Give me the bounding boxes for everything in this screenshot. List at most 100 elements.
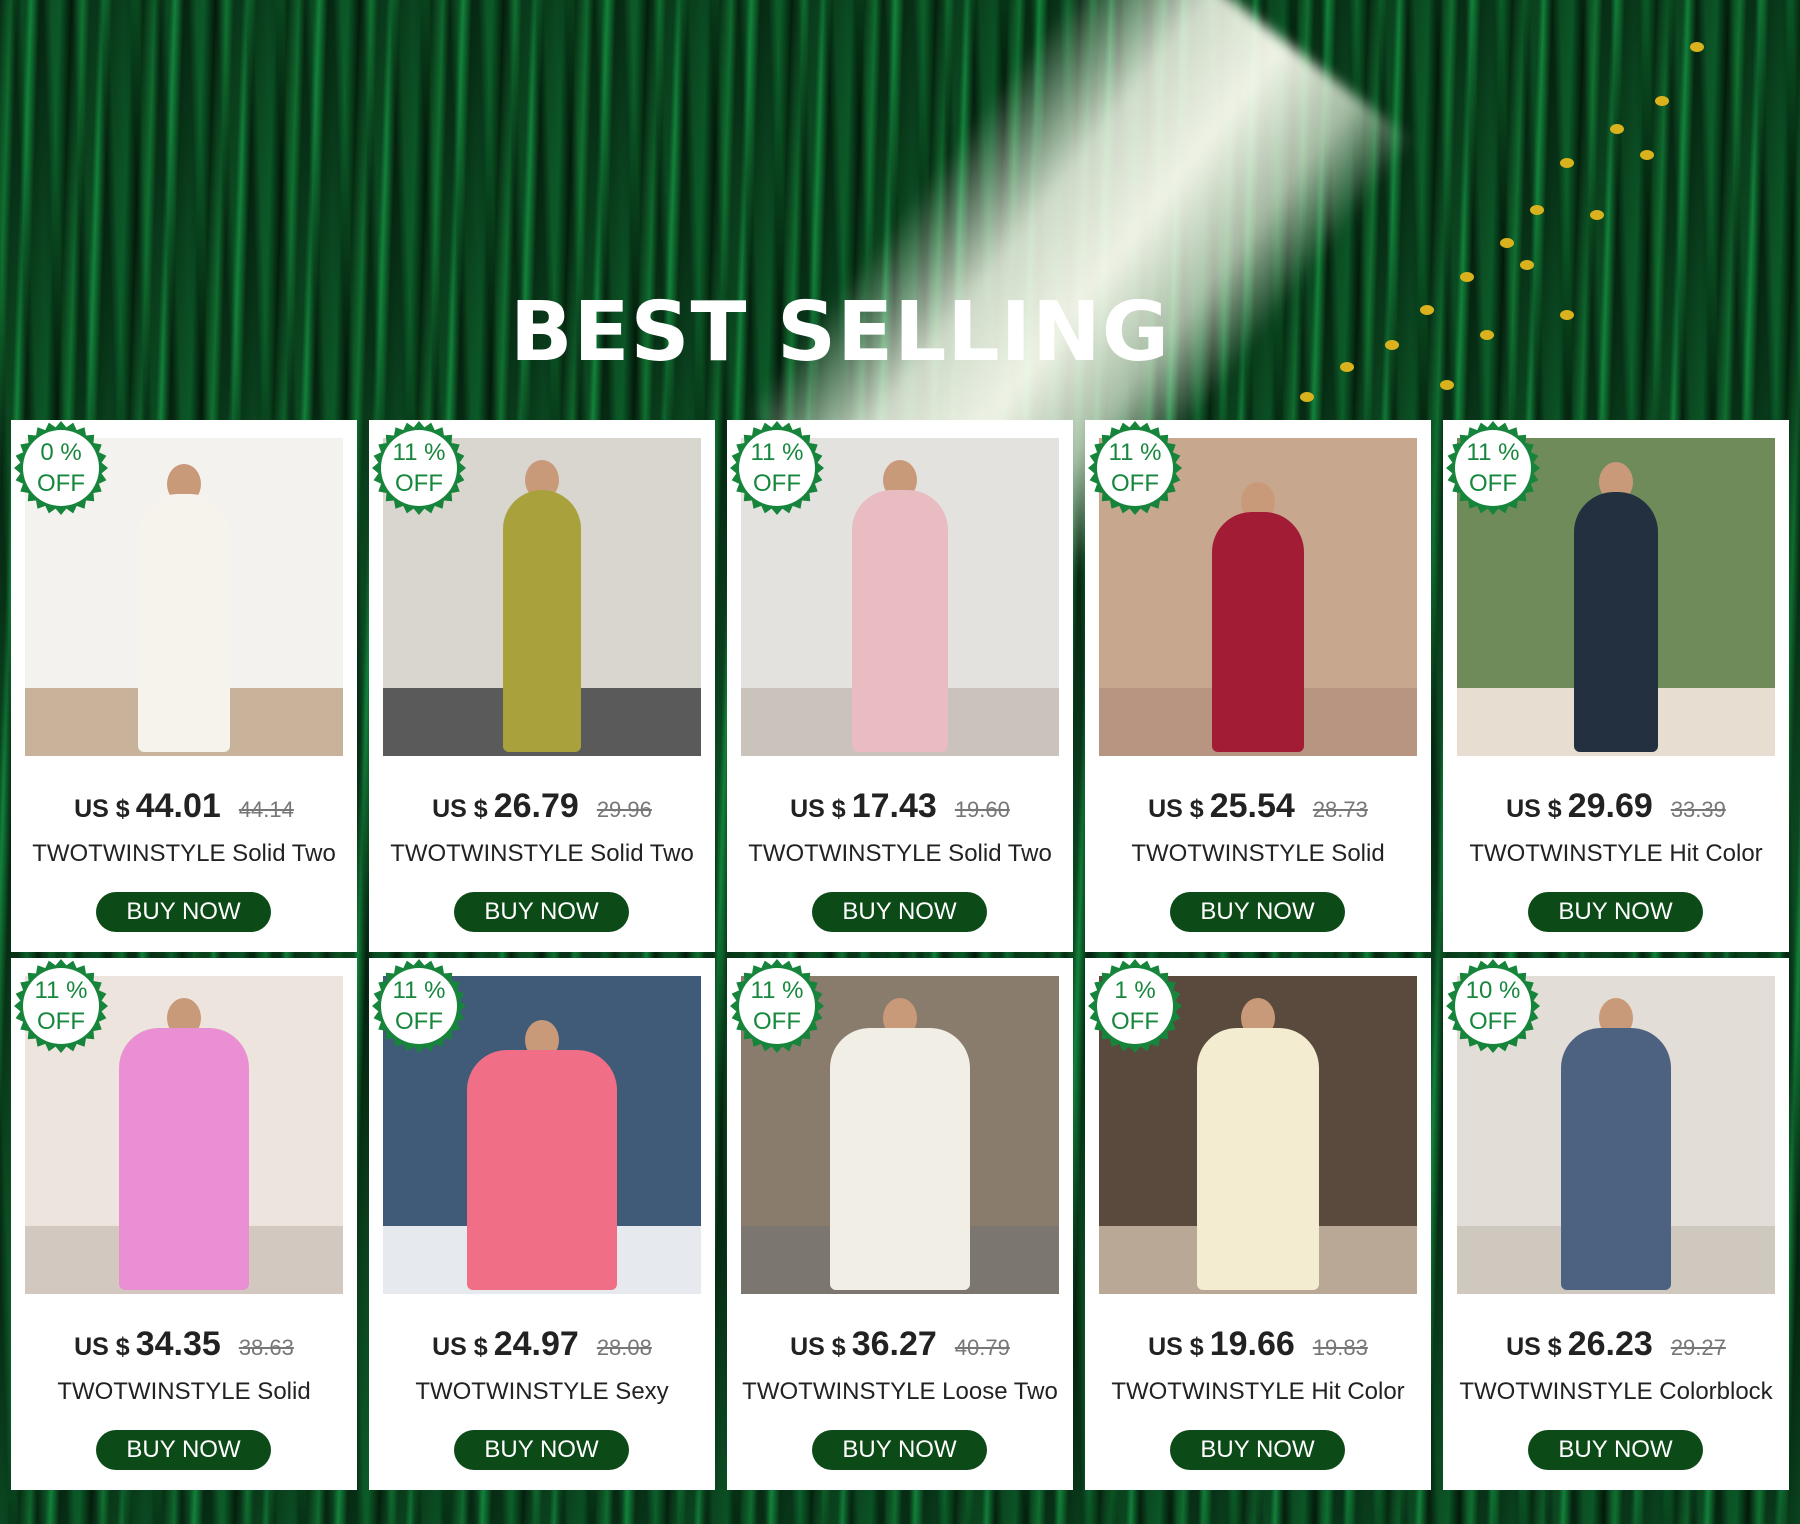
buy-now-button[interactable]: BUY NOW: [1528, 892, 1703, 932]
currency-label: US $: [790, 795, 846, 823]
sale-price: 19.66: [1209, 1325, 1295, 1363]
product-name[interactable]: TWOTWINSTYLE Colorblock: [1443, 1378, 1789, 1406]
discount-percent: 10 %: [1465, 977, 1521, 1004]
discount-badge: 11 % OFF: [729, 420, 825, 516]
promo-page: BEST SELLING 0 % OFF US $44.01 44.14 TWOTWIN…: [0, 0, 1800, 1524]
product-card[interactable]: 11 % OFF US $17.43 19.60 TWOTWINSTYLE Solid …: [727, 420, 1073, 952]
product-name[interactable]: TWOTWINSTYLE Hit Color: [1085, 1378, 1431, 1406]
price-row: US $17.43 19.60: [727, 787, 1073, 826]
gold-flake: [1500, 238, 1514, 248]
product-card[interactable]: 11 % OFF US $29.69 33.39 TWOTWINSTYLE Hit Co…: [1443, 420, 1789, 952]
outfit-silhouette: [467, 1050, 617, 1290]
buy-now-button[interactable]: BUY NOW: [812, 892, 987, 932]
original-price: 28.08: [596, 1335, 652, 1360]
product-card[interactable]: 11 % OFF US $25.54 28.73 TWOTWINSTYLE Solid B…: [1085, 420, 1431, 952]
product-card[interactable]: 11 % OFF US $24.97 28.08 TWOTWINSTYLE Sexy BU…: [369, 958, 715, 1490]
discount-percent: 11 %: [1466, 439, 1520, 466]
discount-off-label: OFF: [1111, 1008, 1159, 1035]
gold-flake: [1530, 205, 1544, 215]
buy-now-button[interactable]: BUY NOW: [1170, 892, 1345, 932]
gold-flake: [1640, 150, 1654, 160]
discount-badge: 10 % OFF: [1445, 958, 1541, 1054]
product-grid: 0 % OFF US $44.01 44.14 TWOTWINSTYLE Solid T…: [11, 420, 1789, 1490]
product-name[interactable]: TWOTWINSTYLE Solid: [1085, 840, 1431, 868]
discount-off-label: OFF: [37, 1008, 85, 1035]
outfit-silhouette: [1561, 1028, 1671, 1290]
price-row: US $36.27 40.79: [727, 1325, 1073, 1364]
currency-label: US $: [432, 795, 488, 823]
sale-price: 26.23: [1567, 1325, 1653, 1363]
product-name[interactable]: TWOTWINSTYLE Solid: [11, 1378, 357, 1406]
discount-badge: 11 % OFF: [1087, 420, 1183, 516]
sale-price: 26.79: [493, 787, 579, 825]
product-card[interactable]: 11 % OFF US $26.79 29.96 TWOTWINSTYLE Solid …: [369, 420, 715, 952]
discount-percent: 11 %: [750, 977, 804, 1004]
discount-off-label: OFF: [395, 470, 443, 497]
price-row: US $44.01 44.14: [11, 787, 357, 826]
sale-price: 34.35: [135, 1325, 221, 1363]
gold-flake: [1300, 392, 1314, 402]
original-price: 28.73: [1312, 797, 1368, 822]
discount-percent: 0 %: [40, 439, 82, 466]
product-card[interactable]: 0 % OFF US $44.01 44.14 TWOTWINSTYLE Solid T…: [11, 420, 357, 952]
buy-now-button[interactable]: BUY NOW: [454, 892, 629, 932]
sale-price: 36.27: [851, 1325, 937, 1363]
buy-now-button[interactable]: BUY NOW: [812, 1430, 987, 1470]
buy-now-button[interactable]: BUY NOW: [1170, 1430, 1345, 1470]
outfit-silhouette: [138, 494, 230, 752]
buy-now-button[interactable]: BUY NOW: [1528, 1430, 1703, 1470]
product-name[interactable]: TWOTWINSTYLE Sexy: [369, 1378, 715, 1406]
buy-now-button[interactable]: BUY NOW: [96, 892, 271, 932]
discount-off-label: OFF: [1469, 1008, 1517, 1035]
currency-label: US $: [1506, 795, 1562, 823]
buy-now-button[interactable]: BUY NOW: [96, 1430, 271, 1470]
outfit-silhouette: [1197, 1028, 1319, 1290]
discount-badge: 0 % OFF: [13, 420, 109, 516]
discount-badge: 11 % OFF: [1445, 420, 1541, 516]
gold-flake: [1590, 210, 1604, 220]
product-card[interactable]: 1 % OFF US $19.66 19.83 TWOTWINSTYLE Hit Col…: [1085, 958, 1431, 1490]
product-name[interactable]: TWOTWINSTYLE Solid Two: [11, 840, 357, 868]
gold-flake: [1440, 380, 1454, 390]
product-name[interactable]: TWOTWINSTYLE Loose Two: [727, 1378, 1073, 1406]
sale-price: 17.43: [851, 787, 937, 825]
price-row: US $26.23 29.27: [1443, 1325, 1789, 1364]
discount-off-label: OFF: [37, 470, 85, 497]
product-card[interactable]: 11 % OFF US $34.35 38.63 TWOTWINSTYLE Solid B…: [11, 958, 357, 1490]
gold-flake: [1610, 124, 1624, 134]
price-row: US $34.35 38.63: [11, 1325, 357, 1364]
gold-flake: [1690, 42, 1704, 52]
product-card[interactable]: 10 % OFF US $26.23 29.27 TWOTWINSTYLE Colorb…: [1443, 958, 1789, 1490]
discount-off-label: OFF: [1469, 470, 1517, 497]
discount-percent: 11 %: [750, 439, 804, 466]
original-price: 44.14: [238, 797, 294, 822]
gold-flake: [1560, 158, 1574, 168]
discount-badge: 11 % OFF: [371, 958, 467, 1054]
gold-flake: [1655, 96, 1669, 106]
discount-badge: 11 % OFF: [729, 958, 825, 1054]
sale-price: 25.54: [1209, 787, 1295, 825]
page-title: BEST SELLING: [509, 285, 1171, 380]
product-name[interactable]: TWOTWINSTYLE Solid Two: [369, 840, 715, 868]
gold-flake: [1460, 272, 1474, 282]
outfit-silhouette: [830, 1028, 970, 1290]
discount-percent: 11 %: [34, 977, 88, 1004]
sale-price: 24.97: [493, 1325, 579, 1363]
price-row: US $26.79 29.96: [369, 787, 715, 826]
discount-off-label: OFF: [1111, 470, 1159, 497]
outfit-silhouette: [119, 1028, 249, 1290]
price-row: US $24.97 28.08: [369, 1325, 715, 1364]
currency-label: US $: [790, 1333, 846, 1361]
product-name[interactable]: TWOTWINSTYLE Hit Color: [1443, 840, 1789, 868]
original-price: 29.27: [1670, 1335, 1726, 1360]
currency-label: US $: [432, 1333, 488, 1361]
product-card[interactable]: 11 % OFF US $36.27 40.79 TWOTWINSTYLE Loose …: [727, 958, 1073, 1490]
price-row: US $19.66 19.83: [1085, 1325, 1431, 1364]
outfit-silhouette: [503, 490, 581, 752]
original-price: 29.96: [596, 797, 652, 822]
outfit-silhouette: [1574, 492, 1658, 752]
buy-now-button[interactable]: BUY NOW: [454, 1430, 629, 1470]
original-price: 38.63: [238, 1335, 294, 1360]
original-price: 19.60: [954, 797, 1010, 822]
product-name[interactable]: TWOTWINSTYLE Solid Two: [727, 840, 1073, 868]
